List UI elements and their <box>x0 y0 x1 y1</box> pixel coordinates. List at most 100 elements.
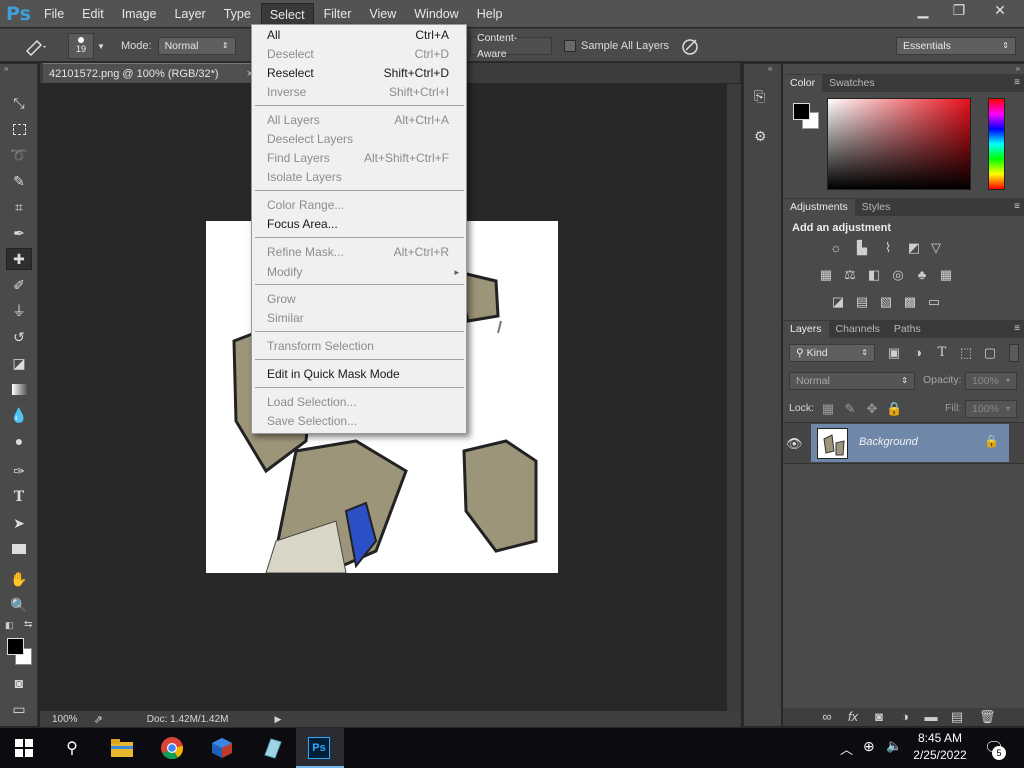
tab-paths[interactable]: Paths <box>887 321 928 338</box>
spot-healing-tool-icon[interactable]: ✚ <box>6 248 32 270</box>
properties-panel-icon[interactable]: ⚙ <box>754 128 772 146</box>
volume-icon[interactable]: 🔈 <box>886 738 902 754</box>
crop-tool-icon[interactable]: ⌗ <box>6 196 32 218</box>
menu-item-refine-mask[interactable]: Refine Mask... Alt+Ctrl+R <box>253 243 465 262</box>
mode-select[interactable]: Normal ⇕ <box>157 37 236 55</box>
network-globe-icon[interactable]: ⊕ <box>863 738 875 755</box>
curves-icon[interactable]: ⌇ <box>880 241 896 255</box>
filter-smart-object-icon[interactable]: ▢ <box>982 346 998 360</box>
trash-icon[interactable]: 🗑 <box>979 710 996 724</box>
tab-adjustments[interactable]: Adjustments <box>783 199 855 216</box>
screen-mode-icon[interactable]: ▭ <box>6 698 32 720</box>
levels-icon[interactable]: ▙ <box>854 241 870 255</box>
collapse-icon[interactable]: » <box>1016 64 1020 73</box>
filter-toggle[interactable] <box>1009 344 1019 362</box>
menu-item-reselect[interactable]: Reselect Shift+Ctrl+D <box>253 64 465 83</box>
foreground-color-swatch[interactable] <box>7 638 24 655</box>
menu-item-isolate-layers[interactable]: Isolate Layers <box>253 168 465 187</box>
type-tool-icon[interactable]: T <box>6 486 32 508</box>
menu-filter[interactable]: Filter <box>316 3 360 25</box>
menu-item-modify[interactable]: Modify ▸ <box>253 263 465 282</box>
tab-layers[interactable]: Layers <box>783 321 829 338</box>
menu-view[interactable]: View <box>361 3 404 25</box>
collapse-icon[interactable]: « <box>768 64 772 73</box>
selective-color-icon[interactable]: ▩ <box>902 295 918 309</box>
document-tab[interactable]: 42101572.png @ 100% (RGB/32*) × <box>43 63 257 83</box>
workspace-select[interactable]: Essentials ⇕ <box>896 37 1016 55</box>
zoom-tool-icon[interactable]: 🔍 <box>6 594 32 616</box>
menu-item-quick-mask[interactable]: Edit in Quick Mask Mode <box>253 365 465 384</box>
eyedropper-tool-icon[interactable]: ✒ <box>6 222 32 244</box>
link-layers-icon[interactable]: ∞ <box>819 710 835 724</box>
search-icon[interactable]: ⚲ <box>58 734 86 762</box>
eraser-tool-icon[interactable]: ◪ <box>6 352 32 374</box>
tool-preset-picker[interactable] <box>22 29 48 63</box>
photo-filter-icon[interactable]: ◎ <box>890 268 906 282</box>
posterize-icon[interactable]: ▤ <box>854 295 870 309</box>
panel-menu-icon[interactable]: ≡ <box>1014 77 1020 88</box>
menu-image[interactable]: Image <box>114 3 165 25</box>
channel-mixer-icon[interactable]: ♣ <box>914 268 930 282</box>
brush-size-picker[interactable]: 19 <box>68 33 94 59</box>
menu-item-all[interactable]: All Ctrl+A <box>253 26 465 45</box>
filter-shape-icon[interactable]: ⬚ <box>958 346 974 360</box>
color-lookup-icon[interactable]: ▦ <box>938 268 954 282</box>
lock-position-icon[interactable]: ✥ <box>864 402 880 416</box>
invert-icon[interactable]: ◪ <box>830 295 846 309</box>
history-panel-icon[interactable]: ⎘ <box>754 88 772 106</box>
layer-kind-filter[interactable]: ⚲ Kind ⇕ <box>789 344 875 362</box>
history-brush-tool-icon[interactable]: ↺ <box>6 326 32 348</box>
play-arrow-icon[interactable]: ▶ <box>275 714 282 725</box>
quick-selection-tool-icon[interactable]: ✎ <box>6 170 32 192</box>
dodge-tool-icon[interactable]: ● <box>6 430 32 452</box>
vibrance-icon[interactable]: ▽ <box>928 241 944 255</box>
hue-slider[interactable] <box>988 98 1005 190</box>
blend-mode-select[interactable]: Normal ⇕ <box>789 372 915 390</box>
black-white-icon[interactable]: ◧ <box>866 268 882 282</box>
lasso-tool-icon[interactable]: ➰ <box>6 144 32 166</box>
menu-layer[interactable]: Layer <box>166 3 213 25</box>
lock-all-icon[interactable]: 🔒 <box>886 402 902 416</box>
clock[interactable]: 8:45 AM 2/25/2022 <box>908 730 972 764</box>
menu-window[interactable]: Window <box>406 3 466 25</box>
menu-item-deselect[interactable]: Deselect Ctrl+D <box>253 45 465 64</box>
color-foreground-swatch[interactable] <box>793 103 810 120</box>
menu-file[interactable]: File <box>36 3 72 25</box>
move-tool-icon[interactable]: ⤡ <box>6 92 32 114</box>
fx-icon[interactable]: fx <box>845 710 861 724</box>
filter-pixel-icon[interactable]: ▣ <box>886 346 902 360</box>
new-adjustment-icon[interactable]: ◑ <box>897 710 913 724</box>
zoom-level[interactable]: 100% <box>52 714 78 725</box>
quick-mask-icon[interactable]: ◙ <box>6 672 32 694</box>
filter-adjustment-icon[interactable]: ◑ <box>910 346 926 360</box>
blur-tool-icon[interactable]: 💧 <box>6 404 32 426</box>
chevron-down-icon[interactable]: ▼ <box>97 42 105 51</box>
tab-swatches[interactable]: Swatches <box>822 75 882 92</box>
gradient-tool-icon[interactable] <box>6 378 32 400</box>
menu-item-color-range[interactable]: Color Range... <box>253 196 465 215</box>
menu-item-similar[interactable]: Similar <box>253 309 465 328</box>
menu-item-focus-area[interactable]: Focus Area... <box>253 215 465 234</box>
menu-select[interactable]: Select <box>260 2 314 25</box>
menu-item-transform-selection[interactable]: Transform Selection <box>253 337 465 356</box>
tab-color[interactable]: Color <box>783 75 823 92</box>
pressure-size-toggle[interactable] <box>680 29 700 63</box>
path-selection-tool-icon[interactable]: ➤ <box>6 512 32 534</box>
photoshop-taskbar-button[interactable]: Ps <box>296 728 344 768</box>
content-aware-option[interactable]: Content-Aware <box>470 32 552 60</box>
chevron-up-icon[interactable]: ︿ <box>840 739 853 758</box>
collapse-icon[interactable]: » <box>4 64 8 73</box>
brightness-icon[interactable]: ☼ <box>828 241 844 255</box>
color-balance-icon[interactable]: ⚖ <box>842 268 858 282</box>
tab-channels[interactable]: Channels <box>829 321 887 338</box>
app-icon[interactable] <box>258 734 286 762</box>
hue-saturation-icon[interactable]: ▦ <box>818 268 834 282</box>
file-explorer-icon[interactable] <box>108 734 136 762</box>
threshold-icon[interactable]: ▧ <box>878 295 894 309</box>
rectangle-tool-icon[interactable] <box>6 538 32 560</box>
swap-colors-icon[interactable]: ⇆ <box>24 619 32 630</box>
opacity-input[interactable]: 100% ▾ <box>965 372 1017 390</box>
menu-item-load-selection[interactable]: Load Selection... <box>253 393 465 412</box>
layer-row-background[interactable]: Background 🔒 <box>811 424 1009 462</box>
clone-stamp-tool-icon[interactable]: ⏚ <box>6 300 32 322</box>
